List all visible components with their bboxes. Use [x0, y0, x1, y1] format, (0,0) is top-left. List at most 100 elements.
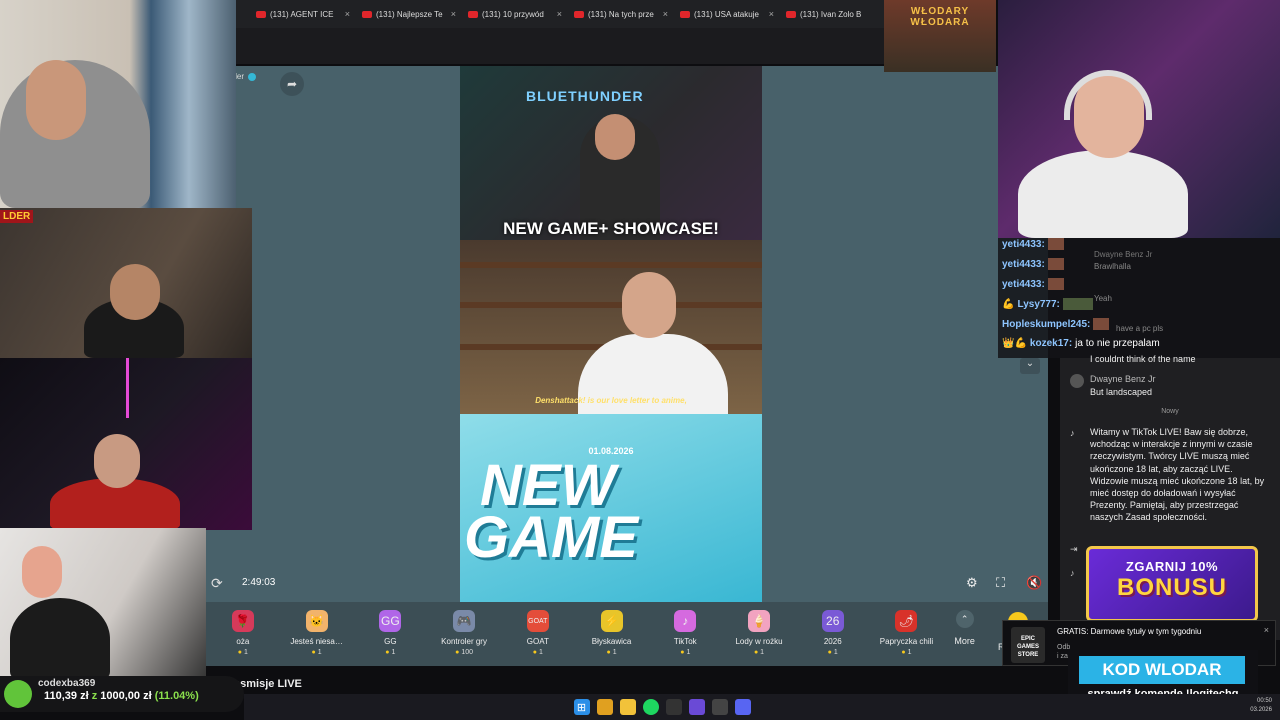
browser-tab[interactable]: (131) USA atakuje × — [674, 3, 780, 25]
more-gifts-button[interactable]: ⌃ More — [943, 610, 986, 646]
streamer-figure — [10, 598, 110, 680]
browser-tab-bar: (131) AGENT ICE × (131) Najlepsze Te × (13… — [236, 0, 886, 28]
tiktok-icon: ♪ — [1070, 428, 1075, 438]
cam-tag: LDER — [0, 210, 34, 223]
goal-progress-icon — [4, 680, 32, 708]
gift-cost: 1 — [238, 649, 248, 656]
settings-icon[interactable]: ⚙ — [966, 575, 978, 591]
fullscreen-icon[interactable]: ⛶ — [996, 575, 1005, 591]
bonus-ad[interactable]: ZGARNIJ 10% BONUSU — [1086, 546, 1258, 622]
close-tab-icon[interactable]: × — [345, 9, 350, 19]
live-duration: 2:49:03 — [242, 577, 276, 588]
youtube-icon — [786, 10, 796, 18]
gift-item[interactable]: ♪ TikTok 1 — [648, 610, 722, 656]
gift-name: GOAT — [526, 637, 549, 646]
gift-cost: 1 — [680, 649, 690, 656]
address-bar[interactable] — [236, 28, 886, 64]
discord-icon[interactable] — [734, 699, 751, 715]
chrome-profile-icon[interactable] — [688, 699, 705, 715]
gamepad-icon: 🎮 — [453, 610, 476, 632]
goal-amount: 110,39 zł z 1000,00 zł (11.04%) — [44, 690, 199, 702]
verified-icon — [248, 72, 257, 81]
gift-item[interactable]: 🌹 oża 1 — [206, 610, 280, 656]
gift-name: GG — [384, 637, 397, 646]
crown-icon: 👑💪 — [1002, 338, 1027, 349]
streamer-figure — [1018, 150, 1188, 238]
video-mid-panel — [460, 240, 762, 414]
streamer-head — [94, 434, 140, 488]
donation-goal: codexba369 110,39 zł z 1000,00 zł (11.04… — [0, 676, 244, 712]
youtube-icon — [256, 10, 266, 18]
overlay-chat: Dwayne Benz Jr Brawlhalla Yeah have a pc… — [998, 238, 1280, 358]
emote-icon — [1093, 318, 1110, 330]
browser-tab[interactable]: (131) Ivan Zolo B — [780, 3, 886, 25]
avatar — [1070, 374, 1084, 388]
share-button[interactable]: ➦ — [280, 72, 304, 96]
neon-light — [126, 358, 129, 418]
system-clock: 00:50 03.2026 — [1250, 698, 1272, 713]
obs-icon[interactable] — [665, 699, 682, 715]
gift-cost: 1 — [828, 649, 838, 656]
streamer-head — [26, 60, 86, 140]
gift-cost: 100 — [455, 649, 473, 656]
chrome-icon[interactable] — [596, 699, 613, 715]
folder-icon[interactable] — [619, 699, 636, 715]
webcam-left-2: LDER — [0, 208, 252, 358]
corner-badge: WŁODARY WŁODARA — [884, 0, 996, 72]
overlay-chat-line: yeti4433: — [1002, 278, 1064, 290]
shelf — [460, 302, 762, 308]
close-tab-icon[interactable]: × — [769, 9, 774, 19]
gift-item[interactable]: GOAT GOAT 1 — [501, 610, 575, 656]
spotify-icon[interactable] — [642, 699, 659, 715]
live-video[interactable]: BLUETHUNDER NEW GAME+ SHOWCASE! Denshatt… — [460, 66, 762, 602]
close-tab-icon[interactable]: × — [451, 9, 456, 19]
overlay-chat-line: yeti4433: — [1002, 238, 1064, 250]
gift-item[interactable]: 26 2026 1 — [796, 610, 870, 656]
exit-icon[interactable]: ⇥ — [1070, 544, 1078, 555]
app-icon[interactable] — [711, 699, 728, 715]
close-tab-icon[interactable]: × — [557, 9, 562, 19]
emote-icon — [1047, 258, 1064, 270]
notification-title: GRATIS: Darmowe tytuły w tym tygodniu — [1057, 627, 1202, 636]
video-subtitle: Denshattack! is our love letter to anime… — [535, 396, 687, 405]
browser-tab[interactable]: (131) AGENT ICE × — [250, 3, 356, 25]
more-label: More — [954, 636, 975, 646]
windows-start-icon[interactable]: ⊞ — [573, 699, 590, 715]
video-top-panel: BLUETHUNDER — [460, 66, 762, 240]
donor-name: codexba369 — [38, 678, 96, 689]
gift-item[interactable]: 🐱 Jesteś niesa… 1 — [280, 610, 354, 656]
muscle-icon: 💪 — [1002, 298, 1015, 310]
browser-tab[interactable]: (131) Na tych prze × — [568, 3, 674, 25]
browser-tab[interactable]: (131) 10 przywód × — [462, 3, 568, 25]
youtube-icon — [362, 10, 372, 18]
webcam-left-top — [0, 0, 236, 208]
close-icon[interactable]: × — [1264, 625, 1269, 635]
guest-head — [622, 272, 676, 338]
overlay-chat-line: 💪 Lysy777: — [1002, 298, 1093, 310]
gift-cost: 1 — [754, 649, 764, 656]
taskbar: ⊞ 00:50 03.2026 — [244, 694, 1280, 720]
rose-icon: 🌹 — [231, 610, 254, 632]
gift-item[interactable]: 🎮 Kontroler gry 100 — [427, 610, 501, 656]
new-game-logo: NEW GAME — [464, 453, 638, 570]
gift-item[interactable]: 🌶 Papryczka chili 1 — [870, 610, 944, 656]
gift-item[interactable]: ⚡ Błyskawica 1 — [575, 610, 649, 656]
host-head — [595, 114, 635, 160]
gift-name: 2026 — [823, 637, 842, 646]
chevron-down-icon[interactable]: ⌄ — [1020, 358, 1040, 374]
share-icon: ➦ — [286, 77, 298, 91]
gift-item[interactable]: GG GG 1 — [353, 610, 427, 656]
youtube-icon — [574, 10, 584, 18]
overlay-chat-line: 👑💪 kozek17: ja to nie przepalam — [1002, 338, 1160, 349]
close-tab-icon[interactable]: × — [663, 9, 668, 19]
mute-icon[interactable]: 🔇 — [1026, 575, 1042, 591]
cat-icon: 🐱 — [305, 610, 328, 632]
gift-name: Lody w rożku — [735, 637, 783, 646]
year-2026-icon: 26 — [821, 610, 844, 632]
headphones-icon — [1064, 70, 1152, 120]
browser-tab[interactable]: (131) Najlepsze Te × — [356, 3, 462, 25]
gift-item[interactable]: 🍦 Lody w rożku 1 — [722, 610, 796, 656]
showcase-banner: NEW GAME+ SHOWCASE! — [503, 219, 719, 238]
youtube-icon — [468, 10, 478, 18]
refresh-icon[interactable]: ⟳ — [211, 575, 223, 592]
